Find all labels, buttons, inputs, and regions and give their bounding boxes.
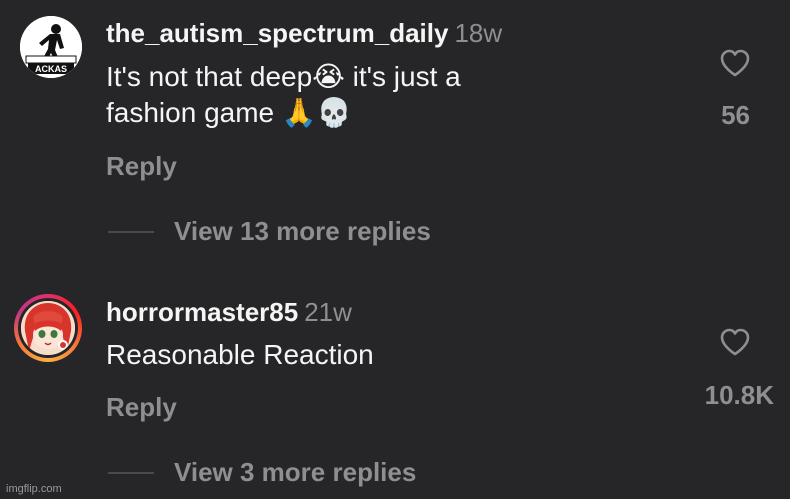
view-replies-label[interactable]: View 3 more replies <box>174 457 416 488</box>
avatar-text: ACKAS <box>35 64 67 74</box>
comment-text-line1b: it's just a <box>344 61 461 92</box>
comment-text: Reasonable Reaction <box>106 339 374 370</box>
comment-username[interactable]: the_autism_spectrum_daily 18w <box>106 18 502 49</box>
folded-hands-emoji: 🙏 <box>281 97 317 128</box>
watermark: imgflip.com <box>6 483 62 495</box>
reply-button[interactable]: Reply <box>106 151 177 182</box>
like-count: 56 <box>721 100 750 130</box>
avatar-image <box>21 301 75 355</box>
view-replies-label[interactable]: View 13 more replies <box>174 216 431 247</box>
username-text[interactable]: the_autism_spectrum_daily <box>106 18 448 48</box>
comment-text-line2: fashion game <box>106 97 282 128</box>
avatar-story-ring[interactable] <box>14 294 82 362</box>
comment-username[interactable]: horrormaster85 21w <box>106 297 352 328</box>
comment-timestamp: 18w <box>454 18 503 48</box>
view-more-replies-button[interactable]: View 13 more replies <box>108 216 431 247</box>
heart-icon[interactable] <box>719 327 751 357</box>
avatar <box>21 301 75 355</box>
comment-text: It's not that deep😭 it's just a fashion … <box>106 59 666 131</box>
comment-text-line1: It's not that deep <box>106 61 313 92</box>
skull-emoji: 💀 <box>316 97 352 128</box>
loudly-crying-emoji: 😭 <box>312 61 345 92</box>
avatar[interactable]: ACKAS <box>20 16 82 78</box>
comments-page: ACKAS the_autism_spectrum_daily 18w It's … <box>0 0 790 499</box>
reply-button[interactable]: Reply <box>106 392 177 423</box>
replies-divider <box>108 471 154 474</box>
like-count: 10.8K <box>704 380 774 410</box>
avatar-image: ACKAS <box>20 16 82 78</box>
view-more-replies-button[interactable]: View 3 more replies <box>108 457 416 488</box>
username-text[interactable]: horrormaster85 <box>106 297 298 327</box>
replies-divider <box>108 230 154 233</box>
heart-icon[interactable] <box>719 48 751 78</box>
comment-timestamp: 21w <box>304 297 352 327</box>
